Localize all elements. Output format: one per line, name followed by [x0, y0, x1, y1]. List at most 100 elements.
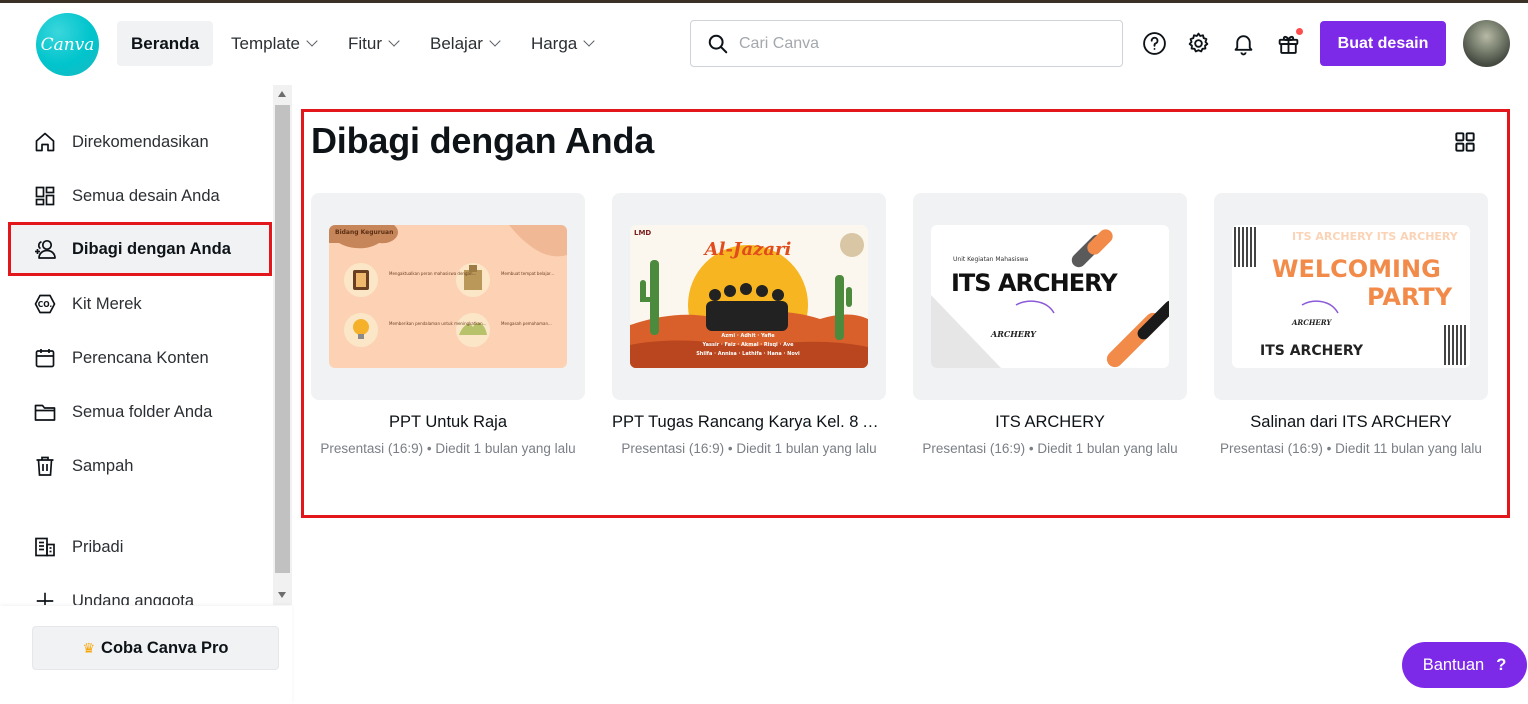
sidebar-item-shared[interactable]: Dibagi dengan Anda	[8, 222, 272, 276]
nav-fitur[interactable]: Fitur	[334, 21, 412, 66]
brand-kit-icon: CO.	[32, 291, 58, 317]
slide-text: Mengasah pemahaman...	[501, 321, 552, 326]
scroll-down-arrow-icon[interactable]	[278, 592, 286, 598]
folder-icon	[32, 399, 58, 425]
slide-names: Yassir · Faiz · Akmal · Risqi · Ave	[702, 342, 795, 348]
design-thumbnail-container[interactable]: Unit Kegiatan Mahasiswa ITS ARCHERY ARCH…	[913, 193, 1187, 400]
slide-heading: WELCOMING	[1272, 255, 1441, 283]
design-title[interactable]: PPT Untuk Raja	[311, 413, 585, 432]
notification-dot	[1296, 28, 1303, 35]
scrollbar-thumb[interactable]	[275, 105, 290, 573]
design-thumbnail-container[interactable]: ITS ARCHERY ITS ARCHERY WELCOMING PARTY …	[1214, 193, 1488, 400]
design-card[interactable]: Unit Kegiatan Mahasiswa ITS ARCHERY ARCH…	[913, 193, 1187, 456]
design-title[interactable]: PPT Tugas Rancang Karya Kel. 8 Al-Jazari	[612, 413, 886, 432]
slide-text: Memberikan pendalaman untuk meningkatkan…	[389, 321, 486, 326]
pro-button-label: Coba Canva Pro	[101, 638, 229, 657]
sidebar-item-label: Direkomendasikan	[72, 132, 209, 151]
canva-logo[interactable]: Canva	[36, 13, 99, 76]
nav-beranda[interactable]: Beranda	[117, 21, 214, 66]
slide-heading: ITS ARCHERY	[951, 269, 1118, 297]
avatar[interactable]	[1463, 20, 1510, 67]
design-card[interactable]: ITS ARCHERY ITS ARCHERY WELCOMING PARTY …	[1214, 193, 1488, 456]
slide-preview: Al-Jazari Azmi · Adhit · Yafie Yassir · …	[630, 225, 868, 368]
design-thumbnail-container[interactable]: Al-Jazari Azmi · Adhit · Yafie Yassir · …	[612, 193, 886, 400]
sidebar: Direkomendasikan Semua desain Anda Dibag…	[0, 85, 272, 605]
help-button-label: Bantuan	[1422, 655, 1485, 674]
question-mark-icon: ?	[1496, 655, 1507, 674]
slide-script-title: Al-Jazari	[703, 239, 792, 260]
design-meta: Presentasi (16:9) • Diedit 1 bulan yang …	[922, 441, 1178, 456]
design-thumbnail-container[interactable]: Bidang Keguruan Mengaktualkan peran maha…	[311, 193, 585, 400]
design-meta: Presentasi (16:9) • Diedit 11 bulan yang…	[1220, 441, 1482, 456]
design-card[interactable]: Al-Jazari Azmi · Adhit · Yafie Yassir · …	[612, 193, 886, 456]
chevron-down-icon	[388, 35, 400, 47]
page-title: Dibagi dengan Anda	[311, 120, 655, 161]
scroll-up-arrow-icon[interactable]	[278, 91, 286, 97]
svg-text:CO.: CO.	[38, 300, 53, 309]
slide-brand: LMD	[634, 229, 651, 237]
slide-preview: Unit Kegiatan Mahasiswa ITS ARCHERY ARCH…	[931, 225, 1169, 368]
sidebar-item-label: Semua folder Anda	[72, 402, 213, 421]
sidebar-item-personal[interactable]: Pribadi	[8, 520, 272, 574]
sidebar-item-folders[interactable]: Semua folder Anda	[8, 385, 272, 439]
slide-preview: Bidang Keguruan Mengaktualkan peran maha…	[329, 225, 567, 368]
search-input[interactable]	[739, 34, 1099, 53]
sidebar-item-label: Undang anggota	[72, 591, 195, 606]
top-header: Canva Beranda Template Fitur Belajar Har…	[0, 3, 1528, 85]
design-thumbnail[interactable]: ITS ARCHERY ITS ARCHERY WELCOMING PARTY …	[1232, 225, 1470, 368]
sidebar-scrollbar[interactable]	[273, 85, 292, 605]
sidebar-item-label: Pribadi	[72, 537, 124, 556]
create-design-button[interactable]: Buat desain	[1320, 21, 1446, 66]
slide-logo-text: ARCHERY	[1291, 318, 1332, 327]
sidebar-item-label: Sampah	[72, 456, 134, 475]
sidebar-item-brand-kit[interactable]: CO. Kit Merek	[8, 277, 272, 331]
building-icon	[32, 534, 58, 560]
search-icon	[708, 34, 728, 53]
help-button[interactable]: Bantuan ?	[1402, 642, 1527, 688]
sidebar-item-label: Perencana Konten	[72, 348, 209, 367]
plus-icon	[32, 588, 58, 605]
grid-view-icon[interactable]	[1452, 129, 1478, 155]
design-title[interactable]: Salinan dari ITS ARCHERY	[1214, 413, 1488, 432]
notification-icon[interactable]	[1230, 30, 1256, 56]
sidebar-item-invite-members[interactable]: Undang anggota	[8, 574, 272, 605]
nav-belajar[interactable]: Belajar	[416, 21, 513, 66]
nav-label: Beranda	[131, 33, 200, 53]
chevron-down-icon	[583, 35, 595, 47]
sidebar-item-recommended[interactable]: Direkomendasikan	[8, 115, 272, 169]
slide-heading: PARTY	[1367, 283, 1453, 311]
logo-text: Canva	[40, 34, 95, 55]
grid-icon	[32, 183, 58, 209]
design-card[interactable]: Bidang Keguruan Mengaktualkan peran maha…	[311, 193, 585, 456]
design-thumbnail[interactable]: Al-Jazari Azmi · Adhit · Yafie Yassir · …	[630, 225, 868, 368]
nav-template[interactable]: Template	[217, 21, 330, 66]
sidebar-item-label: Kit Merek	[72, 294, 142, 313]
slide-logo-text: ARCHERY	[990, 329, 1037, 339]
sidebar-item-all-designs[interactable]: Semua desain Anda	[8, 169, 272, 223]
nav-harga[interactable]: Harga	[517, 21, 607, 66]
help-icon[interactable]	[1141, 30, 1167, 56]
gift-icon[interactable]	[1275, 28, 1303, 56]
try-canva-pro-button[interactable]: ♛ Coba Canva Pro	[32, 626, 279, 670]
chevron-down-icon	[306, 35, 318, 47]
design-thumbnail[interactable]: Bidang Keguruan Mengaktualkan peran maha…	[329, 225, 567, 368]
nav-label: Harga	[530, 33, 578, 53]
slide-banner: ITS ARCHERY ITS ARCHERY	[1292, 230, 1459, 243]
design-meta: Presentasi (16:9) • Diedit 1 bulan yang …	[320, 441, 576, 456]
trash-icon	[32, 453, 58, 479]
crown-icon: ♛	[82, 639, 96, 656]
design-meta: Presentasi (16:9) • Diedit 1 bulan yang …	[621, 441, 877, 456]
settings-icon[interactable]	[1185, 30, 1211, 56]
sidebar-item-content-planner[interactable]: Perencana Konten	[8, 331, 272, 385]
sidebar-item-trash[interactable]: Sampah	[8, 439, 272, 493]
design-title[interactable]: ITS ARCHERY	[913, 413, 1187, 432]
sidebar-item-label: Semua desain Anda	[72, 186, 220, 205]
nav-label: Fitur	[348, 33, 383, 53]
sidebar-item-label: Dibagi dengan Anda	[72, 239, 231, 258]
shared-users-icon	[32, 236, 58, 262]
design-thumbnail[interactable]: Unit Kegiatan Mahasiswa ITS ARCHERY ARCH…	[931, 225, 1169, 368]
slide-names: Shilfa · Annisa · Lathifa · Hana · Novi	[696, 351, 800, 357]
slide-footer: ITS ARCHERY	[1260, 343, 1364, 359]
search-box[interactable]	[690, 20, 1123, 67]
slide-heading: Bidang Keguruan	[335, 229, 393, 236]
